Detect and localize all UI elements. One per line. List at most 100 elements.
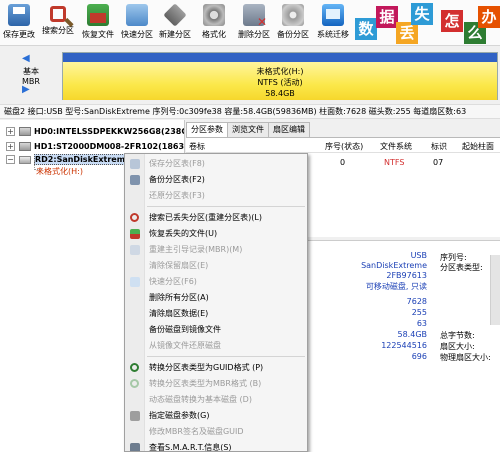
label-sector-size: 扇区大小:	[440, 342, 475, 351]
expand-icon[interactable]: +	[6, 142, 15, 151]
cell-id: 07	[433, 158, 444, 167]
quick-partition-label: 快速分区	[121, 30, 153, 39]
partition-block-size: 58.4GB	[265, 89, 295, 98]
cell-filesystem: NTFS	[384, 158, 405, 167]
delete-partition-button[interactable]: 删除分区	[236, 2, 272, 44]
format-button[interactable]: 格式化	[198, 2, 230, 44]
tree-item-partition-h[interactable]: 未格式化(H:)	[36, 166, 83, 177]
new-partition-label: 新建分区	[159, 30, 191, 39]
new-partition-button[interactable]: 新建分区	[157, 2, 193, 44]
menu-item-backup-disk-to-image[interactable]: 备份磁盘到镜像文件	[125, 322, 307, 337]
menu-item-label: 从镜像文件还原磁盘	[149, 341, 221, 350]
delete-partition-icon	[243, 4, 267, 29]
menu-item-label: 搜索已丢失分区(重建分区表)(L)	[149, 213, 262, 222]
system-migrate-button[interactable]: 系统迁移	[314, 2, 352, 44]
save-changes-button[interactable]: 保存更改	[2, 2, 36, 44]
collapse-icon[interactable]: −	[6, 155, 15, 164]
col-start-cylinder[interactable]: 起始柱面	[462, 141, 494, 152]
backup-icon	[130, 175, 140, 185]
recover-file-button[interactable]: 恢复文件	[80, 2, 116, 44]
detail-guid: 2FB97613	[386, 271, 427, 280]
menu-separator	[147, 206, 305, 207]
tab-browse-files[interactable]: 浏览文件	[227, 122, 269, 137]
quick-partition-icon	[126, 4, 148, 26]
delete-partition-label: 删除分区	[238, 30, 270, 39]
col-seq-status[interactable]: 序号(状态)	[325, 141, 363, 152]
menu-item-backup-partition-table[interactable]: 备份分区表(F2)	[125, 172, 307, 187]
menu-item-quick-partition[interactable]: 快速分区(F6)	[125, 274, 307, 289]
menu-item-dynamic-to-basic[interactable]: 动态磁盘转换为基本磁盘 (D)	[125, 392, 307, 407]
partition-block-body: 未格式化(H:) NTFS (活动) 58.4GB	[63, 62, 497, 100]
banner-char-2: 据	[376, 6, 398, 28]
menu-item-modify-mbr-signature[interactable]: 修改MBR签名及磁盘GUID	[125, 424, 307, 439]
detail-model: SanDiskExtreme	[361, 261, 427, 270]
menu-item-set-disk-params[interactable]: 指定磁盘参数(G)	[125, 408, 307, 423]
save-icon	[8, 4, 30, 26]
menu-item-label: 删除所有分区(A)	[149, 293, 209, 302]
recover-file-icon	[130, 229, 140, 239]
col-id[interactable]: 标识	[431, 141, 447, 152]
toolbar: 保存更改 搜索分区 恢复文件 快速分区 新建分区 格式化 删除分区 备份分区 系…	[0, 0, 500, 46]
search-icon	[130, 213, 139, 222]
col-volume-label[interactable]: 卷标	[189, 141, 205, 152]
menu-item-label: 动态磁盘转换为基本磁盘 (D)	[149, 395, 252, 404]
menu-item-label: 查看S.M.A.R.T.信息(S)	[149, 443, 232, 452]
menu-item-save-partition-table[interactable]: 保存分区表(F8)	[125, 156, 307, 171]
tab-sector-edit[interactable]: 扇区编辑	[268, 122, 310, 137]
quick-partition-button[interactable]: 快速分区	[119, 2, 155, 44]
backup-partition-button[interactable]: 备份分区	[275, 2, 311, 44]
menu-item-restore-disk-from-image[interactable]: 从镜像文件还原磁盘	[125, 338, 307, 353]
disk-prev-arrow-icon[interactable]: ◀	[22, 53, 30, 64]
banner-char-3: 丢	[396, 22, 418, 44]
menu-item-restore-partition-table[interactable]: 还原分区表(F3)	[125, 188, 307, 203]
menu-item-clear-sector-data[interactable]: 清除扇区数据(E)	[125, 306, 307, 321]
tree-item-rd2[interactable]: − RD2:SanDiskExtreme	[6, 153, 134, 166]
menu-item-search-lost-partitions[interactable]: 搜索已丢失分区(重建分区表)(L)	[125, 210, 307, 225]
new-partition-icon	[163, 3, 187, 27]
partition-block-name: 未格式化(H:)	[256, 67, 304, 76]
menu-item-label: 转换分区表类型为GUID格式 (P)	[149, 363, 264, 372]
banner-char-5: 怎	[441, 10, 463, 32]
tree-item-hd0-label: HD0:INTELSSDPEKKW256G8(238G	[34, 127, 185, 136]
backup-partition-label: 备份分区	[277, 30, 309, 39]
banner-char-1: 数	[355, 18, 377, 40]
label-physical-sector-size: 物理扇区大小:	[440, 353, 491, 362]
search-partition-button[interactable]: 搜索分区	[40, 2, 76, 44]
menu-item-label: 保存分区表(F8)	[149, 159, 205, 168]
recover-file-icon	[87, 4, 109, 26]
format-label: 格式化	[202, 30, 226, 39]
menu-separator	[147, 356, 305, 357]
menu-item-label: 备份分区表(F2)	[149, 175, 205, 184]
menu-item-clear-reserved-sectors[interactable]: 清除保留扇区(E)	[125, 258, 307, 273]
detail-sectors-per-track: 63	[416, 319, 427, 328]
menu-item-rebuild-mbr[interactable]: 重建主引导记录(MBR)(M)	[125, 242, 307, 257]
menu-item-label: 重建主引导记录(MBR)(M)	[149, 245, 243, 254]
disk-type-line2: MBR	[22, 77, 40, 86]
menu-item-label: 清除保留扇区(E)	[149, 261, 209, 270]
tree-item-hd0[interactable]: + HD0:INTELSSDPEKKW256G8(238G	[6, 125, 185, 138]
menu-item-convert-to-mbr[interactable]: 转换分区表类型为MBR格式 (B)	[125, 376, 307, 391]
disk-params-icon	[130, 411, 140, 421]
menu-item-label: 还原分区表(F3)	[149, 191, 205, 200]
detail-heads: 255	[411, 308, 427, 317]
hard-disk-icon	[19, 127, 31, 136]
menu-item-label: 修改MBR签名及磁盘GUID	[149, 427, 244, 436]
disk-next-arrow-icon[interactable]: ▶	[22, 84, 30, 95]
vertical-scrollbar[interactable]	[490, 255, 500, 325]
hard-disk-icon	[19, 142, 31, 151]
col-filesystem[interactable]: 文件系统	[380, 141, 412, 152]
tree-item-hd1[interactable]: + HD1:ST2000DM008-2FR102(1863G	[6, 140, 184, 153]
expand-icon[interactable]: +	[6, 127, 15, 136]
menu-item-view-smart[interactable]: 查看S.M.A.R.T.信息(S)	[125, 440, 307, 452]
menu-item-delete-all-partitions[interactable]: 删除所有分区(A)	[125, 290, 307, 305]
partition-block-header	[63, 53, 497, 62]
menu-item-convert-to-guid[interactable]: 转换分区表类型为GUID格式 (P)	[125, 360, 307, 375]
detail-attributes: 可移动磁盘, 只读	[365, 282, 427, 291]
convert-icon	[130, 363, 139, 372]
tab-partition-params[interactable]: 分区参数	[186, 122, 228, 138]
partition-block[interactable]: 未格式化(H:) NTFS (活动) 58.4GB	[62, 52, 498, 100]
menu-item-recover-lost-files[interactable]: 恢复丢失的文件(U)	[125, 226, 307, 241]
save-icon	[130, 159, 140, 169]
menu-item-label: 快速分区(F6)	[149, 277, 197, 286]
menu-item-label: 恢复丢失的文件(U)	[149, 229, 218, 238]
